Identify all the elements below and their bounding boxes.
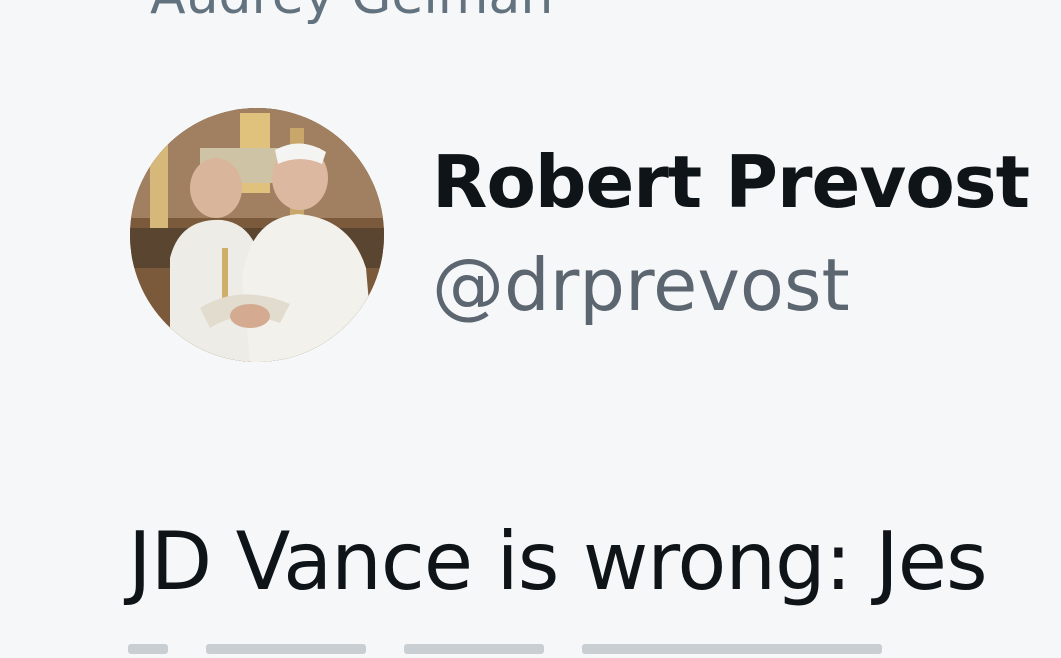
tweet-text: JD Vance is wrong: Jes: [128, 515, 988, 608]
tweet-text-continuation: [128, 644, 1028, 658]
author-display-name[interactable]: Robert Prevost: [432, 140, 1030, 224]
author-handle[interactable]: @drprevost: [432, 243, 850, 327]
profile-photo-icon: [130, 108, 384, 362]
avatar[interactable]: [130, 108, 384, 362]
tweet-card: Robert Prevost @drprevost JD Vance is wr…: [0, 0, 1061, 658]
